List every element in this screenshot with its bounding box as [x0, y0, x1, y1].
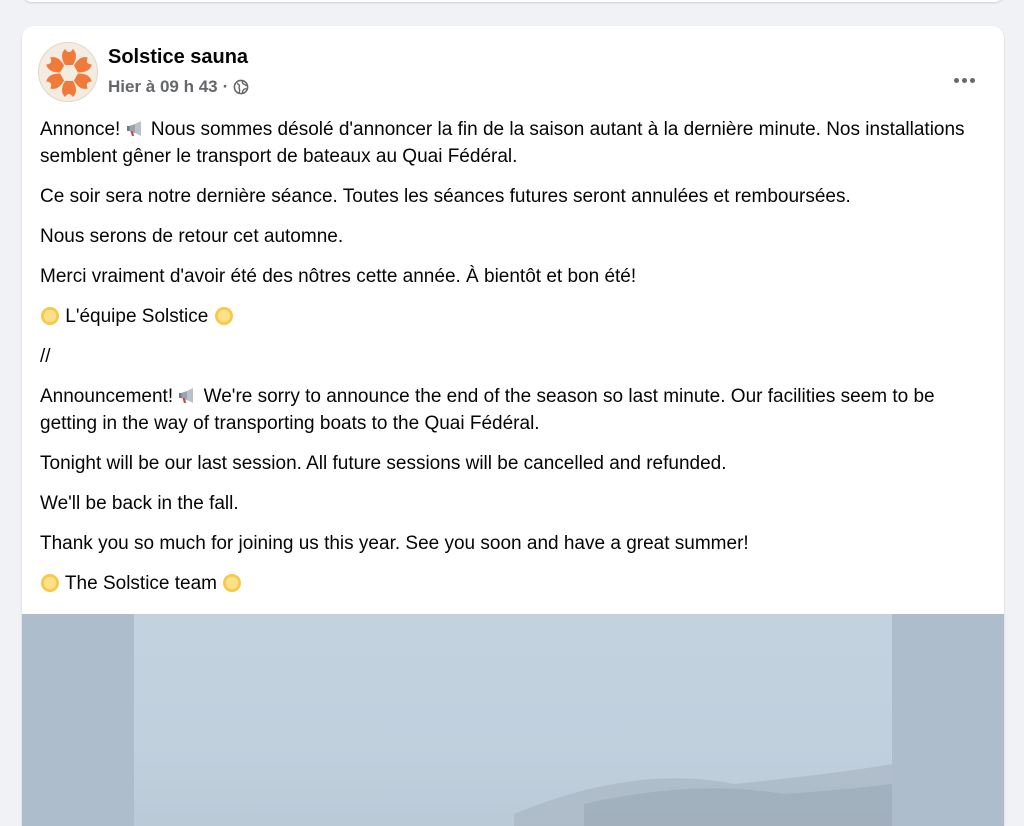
megaphone-icon [126, 121, 141, 136]
post-paragraph: Tonight will be our last session. All fu… [40, 453, 727, 474]
more-options-button[interactable] [946, 62, 982, 98]
language-divider: // [40, 346, 51, 367]
post-text: Annonce! Nous sommes désolé d'annoncer l… [40, 116, 990, 610]
post-signature: The Solstice team [40, 570, 990, 597]
megaphone-icon [179, 388, 194, 403]
globe-icon[interactable] [233, 79, 249, 95]
post-paragraph: Annonce! Nous sommes désolé d'annoncer l… [40, 119, 965, 167]
post-paragraph: We'll be back in the fall. [40, 493, 239, 514]
previous-post-card-bottom [22, 0, 1004, 2]
sun-icon [41, 574, 59, 592]
post-paragraph: Thank you so much for joining us this ye… [40, 533, 749, 554]
post-photo[interactable] [134, 614, 892, 826]
post-paragraph: Announcement! We're sorry to announce th… [40, 386, 935, 434]
post-timestamp[interactable]: Hier à 09 h 43 [108, 77, 218, 97]
sky-photo [514, 764, 892, 826]
post-header: Solstice sauna Hier à 09 h 43 · [38, 42, 988, 102]
sun-icon [214, 307, 233, 325]
page-name-link[interactable]: Solstice sauna [108, 46, 248, 69]
post-signature: L'équipe Solstice [40, 303, 990, 330]
sun-icon [223, 574, 242, 592]
post-paragraph: Merci vraiment d'avoir été des nôtres ce… [40, 266, 637, 287]
post-paragraph: Ce soir sera notre dernière séance. Tout… [40, 186, 851, 207]
post-meta: Hier à 09 h 43 · [108, 77, 249, 97]
post-card: Solstice sauna Hier à 09 h 43 · Annonce!… [22, 26, 1004, 826]
sun-icon [41, 307, 59, 325]
post-media[interactable] [22, 614, 1004, 826]
solstice-sun-logo [39, 43, 97, 101]
meta-separator: · [222, 77, 229, 96]
more-options-icon [953, 77, 959, 83]
post-paragraph: Nous serons de retour cet automne. [40, 226, 344, 247]
page-avatar[interactable] [38, 42, 98, 102]
